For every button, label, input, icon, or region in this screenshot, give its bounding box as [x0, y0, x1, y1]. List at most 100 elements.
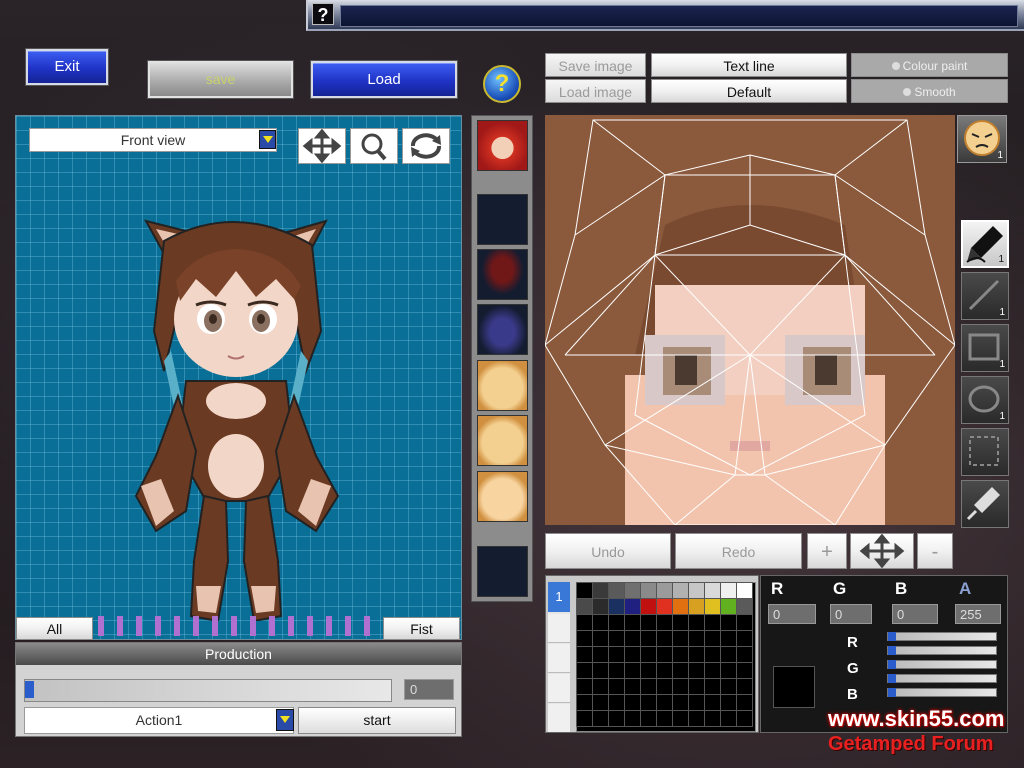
- color-swatch[interactable]: [576, 582, 593, 599]
- a-value-field[interactable]: 255: [955, 604, 1001, 624]
- save-image-button[interactable]: Save image: [545, 53, 646, 77]
- color-swatch[interactable]: [688, 614, 705, 631]
- top-help-icon[interactable]: ?: [312, 3, 334, 25]
- colour-paint-radio[interactable]: Colour paint: [851, 53, 1008, 77]
- color-swatch[interactable]: [656, 694, 673, 711]
- color-swatch[interactable]: [704, 582, 721, 599]
- color-swatch[interactable]: [720, 598, 737, 615]
- color-swatch[interactable]: [672, 662, 689, 679]
- color-swatch[interactable]: [624, 582, 641, 599]
- color-swatch[interactable]: [736, 694, 753, 711]
- h-slider[interactable]: [887, 688, 997, 697]
- color-swatch[interactable]: [640, 630, 657, 647]
- r-slider[interactable]: [887, 632, 997, 641]
- color-swatch[interactable]: [656, 630, 673, 647]
- color-swatch[interactable]: [720, 662, 737, 679]
- fist-button[interactable]: Fist: [383, 617, 460, 640]
- color-swatch[interactable]: [688, 598, 705, 615]
- color-swatch[interactable]: [624, 694, 641, 711]
- thumb-face-2[interactable]: [477, 415, 528, 466]
- redo-button[interactable]: Redo: [675, 533, 802, 569]
- color-swatch[interactable]: [672, 598, 689, 615]
- color-swatch[interactable]: [640, 646, 657, 663]
- color-swatch[interactable]: [704, 678, 721, 695]
- text-line-button[interactable]: Text line: [651, 53, 847, 77]
- thumb-face-1[interactable]: [477, 360, 528, 411]
- color-swatch[interactable]: [704, 646, 721, 663]
- slider-knob[interactable]: [888, 646, 896, 655]
- color-swatch[interactable]: [608, 614, 625, 631]
- zoom-in-button[interactable]: +: [807, 533, 847, 569]
- b-value-field[interactable]: 0: [892, 604, 938, 624]
- load-button[interactable]: Load: [311, 61, 457, 98]
- g-slider[interactable]: [887, 646, 997, 655]
- color-swatch[interactable]: [672, 710, 689, 727]
- color-swatch[interactable]: [576, 710, 593, 727]
- rotate-icon[interactable]: [402, 128, 450, 164]
- color-swatch[interactable]: [608, 630, 625, 647]
- color-swatch[interactable]: [640, 614, 657, 631]
- slider-knob[interactable]: [25, 681, 34, 698]
- color-swatch[interactable]: [576, 598, 593, 615]
- color-swatch[interactable]: [576, 614, 593, 631]
- color-swatch[interactable]: [688, 678, 705, 695]
- color-swatch[interactable]: [592, 710, 609, 727]
- color-swatch[interactable]: [608, 646, 625, 663]
- select-tool-button[interactable]: [961, 428, 1009, 476]
- color-swatch[interactable]: [576, 694, 593, 711]
- face-selector[interactable]: 1: [957, 115, 1007, 163]
- color-swatch[interactable]: [736, 614, 753, 631]
- color-swatch[interactable]: [736, 662, 753, 679]
- color-swatch[interactable]: [640, 694, 657, 711]
- color-swatch[interactable]: [624, 598, 641, 615]
- color-swatch[interactable]: [704, 662, 721, 679]
- color-swatch[interactable]: [736, 710, 753, 727]
- color-swatch[interactable]: [736, 582, 753, 599]
- layer-tab[interactable]: [548, 644, 570, 673]
- a-slider[interactable]: [887, 674, 997, 683]
- texture-canvas[interactable]: [545, 115, 955, 525]
- color-swatch[interactable]: [720, 646, 737, 663]
- load-image-button[interactable]: Load image: [545, 79, 646, 103]
- all-button[interactable]: All: [16, 617, 93, 640]
- color-swatch[interactable]: [576, 662, 593, 679]
- chevron-down-icon[interactable]: [276, 709, 294, 731]
- eyedropper-tool-button[interactable]: [961, 480, 1009, 528]
- thumb-empty-slot[interactable]: [477, 546, 528, 597]
- view-select[interactable]: Front view: [29, 128, 277, 152]
- color-swatch[interactable]: [720, 678, 737, 695]
- color-swatch[interactable]: [672, 694, 689, 711]
- color-swatch[interactable]: [720, 614, 737, 631]
- start-button[interactable]: start: [298, 707, 456, 734]
- frame-number-field[interactable]: 0: [404, 679, 454, 700]
- color-swatch[interactable]: [624, 614, 641, 631]
- color-swatch[interactable]: [704, 710, 721, 727]
- color-swatch[interactable]: [720, 630, 737, 647]
- color-swatch[interactable]: [640, 598, 657, 615]
- color-swatch[interactable]: [672, 646, 689, 663]
- color-swatch[interactable]: [624, 630, 641, 647]
- color-swatch[interactable]: [656, 614, 673, 631]
- color-swatch[interactable]: [656, 662, 673, 679]
- b-slider[interactable]: [887, 660, 997, 669]
- thumb-body-part[interactable]: [477, 304, 528, 355]
- color-swatch[interactable]: [640, 710, 657, 727]
- r-value-field[interactable]: 0: [768, 604, 816, 624]
- undo-button[interactable]: Undo: [545, 533, 671, 569]
- thumb-empty-slot[interactable]: [477, 194, 528, 245]
- color-swatch[interactable]: [592, 598, 609, 615]
- color-swatch[interactable]: [592, 662, 609, 679]
- layer-tab[interactable]: [548, 614, 570, 643]
- color-swatch[interactable]: [736, 598, 753, 615]
- color-swatch[interactable]: [672, 614, 689, 631]
- color-swatch[interactable]: [656, 646, 673, 663]
- slider-knob[interactable]: [888, 660, 896, 669]
- pan-button[interactable]: [850, 533, 914, 569]
- color-swatch[interactable]: [672, 582, 689, 599]
- g-value-field[interactable]: 0: [830, 604, 872, 624]
- color-swatch[interactable]: [608, 662, 625, 679]
- color-swatch[interactable]: [656, 598, 673, 615]
- color-swatch[interactable]: [608, 678, 625, 695]
- color-swatch[interactable]: [640, 678, 657, 695]
- color-swatch[interactable]: [688, 694, 705, 711]
